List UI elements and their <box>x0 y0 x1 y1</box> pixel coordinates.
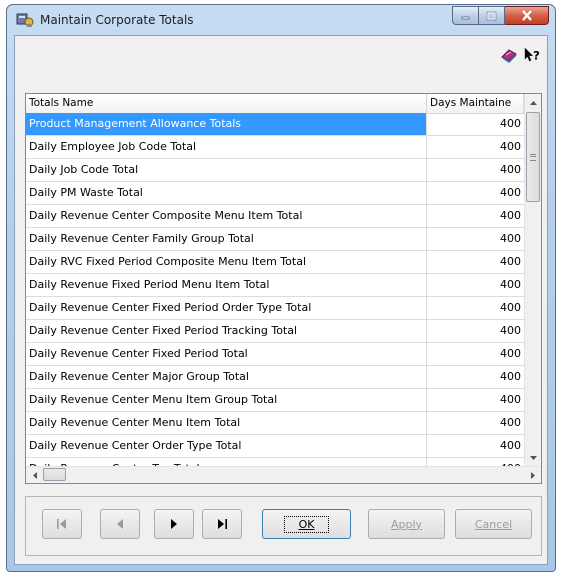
grip-icon <box>530 153 536 161</box>
chevron-left-icon <box>32 471 37 479</box>
totals-name-cell: Daily Revenue Center Menu Item Total <box>26 412 427 434</box>
minimize-icon <box>461 16 469 19</box>
table-row[interactable]: Daily Revenue Center Order Type Total 400 <box>26 435 524 458</box>
table-row[interactable]: Daily Revenue Center Menu Item Group Tot… <box>26 389 524 412</box>
previous-record-button[interactable] <box>100 509 140 539</box>
table-row[interactable]: Daily PM Waste Total 400 <box>26 182 524 205</box>
totals-name-cell: Daily Revenue Center Order Type Total <box>26 435 427 457</box>
table-row[interactable]: Daily Revenue Center Family Group Total 4… <box>26 228 524 251</box>
button-bar: OK Apply Cancel <box>25 496 542 556</box>
maximize-button[interactable] <box>479 6 505 25</box>
book-icon-glyph <box>501 49 517 63</box>
days-maintained-cell: 400 <box>500 393 521 406</box>
totals-name-cell: Daily Revenue Fixed Period Menu Item Tot… <box>26 274 427 296</box>
totals-name-cell: Daily Revenue Center Fixed Period Order … <box>26 297 427 319</box>
table-row[interactable]: Daily Job Code Total 400 <box>26 159 524 182</box>
last-record-button[interactable] <box>202 509 242 539</box>
table-row[interactable]: Product Management Allowance Totals 400 <box>26 113 524 136</box>
totals-name-cell: Daily Revenue Center Major Group Total <box>26 366 427 388</box>
totals-name-cell: Daily Revenue Center Family Group Total <box>26 228 427 250</box>
totals-name-cell: Daily PM Waste Total <box>26 182 427 204</box>
caption-buttons <box>452 6 549 26</box>
totals-name-cell: Daily Revenue Center Fixed Period Total <box>26 343 427 365</box>
first-record-button[interactable] <box>42 509 82 539</box>
totals-name-cell: Daily Job Code Total <box>26 159 427 181</box>
table-row[interactable]: Daily Revenue Center Fixed Period Tracki… <box>26 320 524 343</box>
minimize-button[interactable] <box>452 6 479 25</box>
days-maintained-cell: 400 <box>500 232 521 245</box>
scroll-down-button[interactable] <box>525 449 541 466</box>
scroll-right-button[interactable] <box>524 467 541 483</box>
days-maintained-cell: 400 <box>500 140 521 153</box>
maximize-icon <box>486 11 497 20</box>
next-icon <box>171 519 177 529</box>
dialog-client-area: ? Totals Name Days Maintaine Product Man… <box>14 35 548 565</box>
horizontal-scrollbar[interactable] <box>26 466 541 483</box>
previous-icon <box>117 519 123 529</box>
column-header-days-maintained[interactable]: Days Maintaine <box>427 94 524 113</box>
days-maintained-cell: 400 <box>500 416 521 429</box>
close-button[interactable] <box>505 6 549 25</box>
vertical-scrollbar[interactable] <box>524 94 541 466</box>
apply-button-label: Apply <box>390 517 423 531</box>
totals-name-cell: Daily Revenue Center Fixed Period Tracki… <box>26 320 427 342</box>
window-title: Maintain Corporate Totals <box>40 13 194 27</box>
days-maintained-cell: 400 <box>500 278 521 291</box>
days-maintained-cell: 400 <box>500 347 521 360</box>
days-maintained-cell: 400 <box>500 209 521 222</box>
totals-name-cell: Daily Revenue Center Composite Menu Item… <box>26 205 427 227</box>
ok-button[interactable]: OK <box>262 509 351 539</box>
totals-name-cell: Product Management Allowance Totals <box>26 113 427 135</box>
help-pointer-glyph: ? <box>524 47 540 63</box>
totals-name-cell: Daily RVC Fixed Period Composite Menu It… <box>26 251 427 273</box>
days-maintained-cell: 400 <box>500 163 521 176</box>
app-icon <box>16 13 34 27</box>
days-maintained-cell: 400 <box>500 301 521 314</box>
chevron-up-icon <box>530 100 537 105</box>
grid-header: Totals Name Days Maintaine <box>26 94 524 114</box>
days-maintained-cell: 400 <box>500 186 521 199</box>
chevron-right-icon <box>530 471 535 479</box>
table-row[interactable]: Daily Revenue Center Menu Item Total 400 <box>26 412 524 435</box>
table-row[interactable]: Daily Revenue Center Major Group Total 40… <box>26 366 524 389</box>
totals-name-cell: Daily Revenue Center Menu Item Group Tot… <box>26 389 427 411</box>
last-icon <box>218 519 227 529</box>
table-row[interactable]: Daily Revenue Center Composite Menu Item… <box>26 205 524 228</box>
close-icon <box>521 10 532 21</box>
chevron-down-icon <box>530 455 537 460</box>
maintain-totals-window: Maintain Corporate Totals ? Totals Name … <box>6 4 556 572</box>
days-maintained-cell: 400 <box>500 117 521 130</box>
apply-button[interactable]: Apply <box>368 509 445 539</box>
cancel-button[interactable]: Cancel <box>455 509 532 539</box>
help-pointer-icon[interactable]: ? <box>523 45 543 65</box>
scroll-left-button[interactable] <box>26 467 43 483</box>
days-maintained-cell: 400 <box>500 324 521 337</box>
days-maintained-cell: 400 <box>500 255 521 268</box>
horizontal-scroll-thumb[interactable] <box>43 468 66 481</box>
book-icon[interactable] <box>499 45 519 65</box>
table-row[interactable]: Daily Revenue Center Fixed Period Total 4… <box>26 343 524 366</box>
totals-grid[interactable]: Totals Name Days Maintaine Product Manag… <box>25 93 542 484</box>
column-header-totals-name[interactable]: Totals Name <box>26 94 427 113</box>
first-icon <box>57 519 66 529</box>
scroll-up-button[interactable] <box>525 94 541 111</box>
table-row[interactable]: Daily Revenue Center Fixed Period Order … <box>26 297 524 320</box>
vertical-scroll-thumb[interactable] <box>526 112 540 202</box>
totals-name-cell: Daily Employee Job Code Total <box>26 136 427 158</box>
days-maintained-cell: 400 <box>500 370 521 383</box>
title-bar[interactable]: Maintain Corporate Totals <box>7 5 555 35</box>
toolbar: ? <box>499 45 543 65</box>
cancel-button-label: Cancel <box>474 517 513 531</box>
ok-button-label: OK <box>283 515 330 533</box>
grid-rows: Product Management Allowance Totals 400 Da… <box>26 113 524 481</box>
svg-text:?: ? <box>533 49 540 63</box>
table-row[interactable]: Daily RVC Fixed Period Composite Menu It… <box>26 251 524 274</box>
days-maintained-cell: 400 <box>500 439 521 452</box>
table-row[interactable]: Daily Employee Job Code Total 400 <box>26 136 524 159</box>
table-row[interactable]: Daily Revenue Fixed Period Menu Item Tot… <box>26 274 524 297</box>
next-record-button[interactable] <box>154 509 194 539</box>
